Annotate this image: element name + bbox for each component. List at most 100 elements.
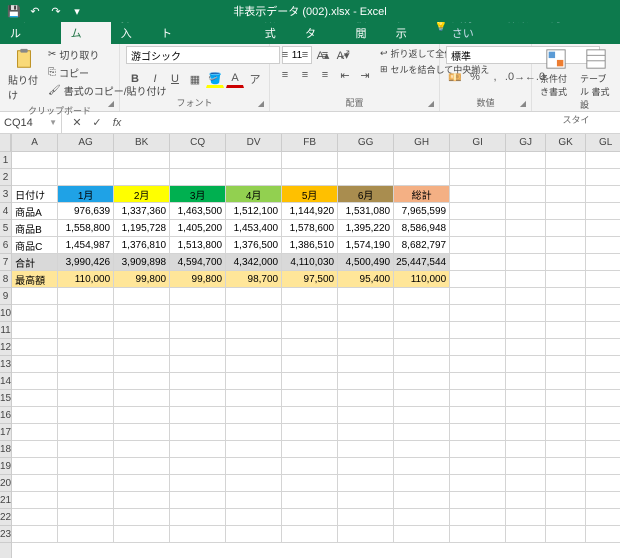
row-header[interactable]: 12 — [0, 339, 11, 356]
cell[interactable] — [586, 373, 620, 390]
col-header[interactable]: GG — [338, 134, 394, 152]
cell[interactable] — [58, 322, 114, 339]
cell[interactable] — [450, 271, 506, 288]
cell[interactable] — [546, 169, 586, 186]
cell[interactable] — [394, 322, 450, 339]
row-header[interactable]: 3 — [0, 186, 11, 203]
cell[interactable] — [170, 390, 226, 407]
cell[interactable] — [338, 322, 394, 339]
cell[interactable] — [58, 169, 114, 186]
cell[interactable] — [394, 424, 450, 441]
row-header[interactable]: 22 — [0, 509, 11, 526]
cell[interactable] — [546, 509, 586, 526]
cell[interactable] — [226, 407, 282, 424]
cell[interactable] — [58, 509, 114, 526]
cell[interactable] — [546, 305, 586, 322]
cell[interactable] — [170, 152, 226, 169]
cell[interactable] — [506, 356, 546, 373]
cell[interactable] — [394, 441, 450, 458]
inc-decimal-button[interactable]: .0→ — [506, 68, 524, 86]
dialog-launcher-icon[interactable]: ◢ — [517, 97, 529, 109]
cell[interactable]: 1,578,600 — [282, 220, 338, 237]
cell[interactable]: 110,000 — [394, 271, 450, 288]
cell[interactable]: 3,990,426 — [58, 254, 114, 271]
cell[interactable] — [282, 441, 338, 458]
cell[interactable] — [12, 475, 58, 492]
cell[interactable] — [394, 526, 450, 543]
cell[interactable]: 2月 — [114, 186, 170, 203]
cell[interactable] — [338, 458, 394, 475]
cell[interactable] — [226, 339, 282, 356]
cell[interactable] — [338, 288, 394, 305]
col-header[interactable]: GI — [450, 134, 506, 152]
cell[interactable] — [506, 152, 546, 169]
cell[interactable] — [338, 492, 394, 509]
redo-icon[interactable]: ↷ — [46, 2, 66, 20]
cell[interactable] — [586, 152, 620, 169]
cell[interactable] — [546, 237, 586, 254]
cell[interactable]: 3月 — [170, 186, 226, 203]
cell[interactable] — [12, 441, 58, 458]
cell[interactable] — [170, 169, 226, 186]
cell[interactable] — [586, 475, 620, 492]
cell[interactable]: 商品A — [12, 203, 58, 220]
cell[interactable] — [586, 305, 620, 322]
cell[interactable] — [58, 424, 114, 441]
spreadsheet-grid[interactable]: 1234567891011121314151617181920212223 AA… — [0, 134, 620, 558]
col-header[interactable]: CQ — [170, 134, 226, 152]
cell[interactable] — [338, 356, 394, 373]
cell[interactable]: 97,500 — [282, 271, 338, 288]
cell[interactable]: 最高額 — [12, 271, 58, 288]
row-header[interactable]: 19 — [0, 458, 11, 475]
cell[interactable] — [114, 373, 170, 390]
cell[interactable] — [114, 322, 170, 339]
cell[interactable]: 8,682,797 — [394, 237, 450, 254]
cell[interactable] — [170, 288, 226, 305]
cell[interactable] — [58, 492, 114, 509]
cell[interactable] — [450, 458, 506, 475]
cell[interactable] — [450, 441, 506, 458]
cell[interactable]: 1,512,100 — [226, 203, 282, 220]
cell[interactable] — [506, 169, 546, 186]
cell[interactable]: 6月 — [338, 186, 394, 203]
cell[interactable]: 976,639 — [58, 203, 114, 220]
cell[interactable] — [394, 407, 450, 424]
cell[interactable] — [282, 305, 338, 322]
cell[interactable]: 1,395,220 — [338, 220, 394, 237]
cell[interactable] — [170, 424, 226, 441]
cell[interactable] — [546, 424, 586, 441]
align-right-button[interactable]: ≡ — [316, 66, 334, 84]
cell[interactable] — [12, 407, 58, 424]
cell[interactable] — [12, 169, 58, 186]
phonetic-button[interactable]: ア — [246, 70, 264, 88]
cell[interactable]: 1,454,987 — [58, 237, 114, 254]
cell[interactable] — [506, 305, 546, 322]
bold-button[interactable]: B — [126, 70, 144, 88]
cell[interactable] — [282, 373, 338, 390]
cell[interactable] — [114, 288, 170, 305]
cell[interactable] — [170, 492, 226, 509]
cell[interactable] — [282, 492, 338, 509]
cell[interactable] — [506, 237, 546, 254]
cell[interactable] — [12, 458, 58, 475]
cell[interactable] — [226, 305, 282, 322]
cell[interactable] — [586, 203, 620, 220]
cell[interactable]: 99,800 — [114, 271, 170, 288]
cell[interactable] — [12, 288, 58, 305]
cell[interactable] — [506, 254, 546, 271]
cell[interactable] — [338, 526, 394, 543]
row-header[interactable]: 5 — [0, 220, 11, 237]
cell[interactable] — [170, 475, 226, 492]
comma-button[interactable]: , — [486, 68, 504, 86]
cell[interactable] — [338, 390, 394, 407]
cell[interactable] — [394, 288, 450, 305]
cell[interactable] — [546, 186, 586, 203]
cell[interactable]: 1,513,800 — [170, 237, 226, 254]
cell[interactable] — [450, 475, 506, 492]
cell[interactable]: 98,700 — [226, 271, 282, 288]
cell[interactable]: 1,386,510 — [282, 237, 338, 254]
cell[interactable] — [394, 458, 450, 475]
cell[interactable] — [586, 407, 620, 424]
chevron-down-icon[interactable]: ▼ — [49, 118, 57, 127]
cell[interactable] — [394, 305, 450, 322]
